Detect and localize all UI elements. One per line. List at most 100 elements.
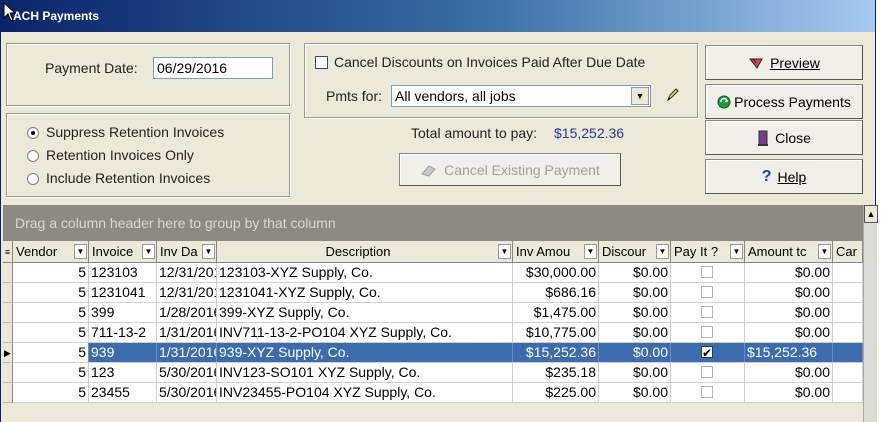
cell-inv-date: 5/30/2016	[159, 363, 217, 382]
vertical-scrollbar[interactable]: ▲	[863, 205, 878, 422]
radio-only[interactable]	[27, 150, 39, 162]
total-amount-value: $15,252.36	[554, 125, 625, 141]
column-filter-icon[interactable]: ▼	[656, 244, 669, 259]
close-label: Close	[775, 129, 811, 146]
cell-discount: $0.00	[599, 363, 671, 382]
pencil-icon[interactable]	[665, 87, 681, 103]
title-bar[interactable]: ACH Payments	[1, 0, 875, 32]
column-header-description[interactable]: Description ▼	[217, 241, 513, 263]
table-row[interactable]: 5 1231041 12/31/2015 1231041-XYZ Supply,…	[13, 283, 863, 303]
column-header-inv-amount[interactable]: Inv Amou ▼	[513, 241, 599, 263]
cell-description: 123103-XYZ Supply, Co.	[217, 263, 513, 282]
column-header-amount[interactable]: Amount tc ▼	[745, 241, 833, 263]
cell-vendor: 5	[13, 363, 89, 382]
payment-date-input[interactable]: 06/29/2016	[153, 57, 273, 79]
cell-vendor: 5	[13, 303, 89, 322]
cell-description: INV23455-PO104 XYZ Supply, Co.	[217, 383, 513, 402]
row-selector[interactable]	[3, 323, 13, 343]
column-label: Invoice	[92, 244, 134, 259]
group-by-area[interactable]: Drag a column header here to group by th…	[3, 205, 863, 241]
payment-date-label: Payment Date:	[45, 60, 138, 76]
radio-label-suppress: Suppress Retention Invoices	[46, 124, 225, 140]
row-selector[interactable]	[3, 303, 13, 323]
cancel-existing-payment-label: Cancel Existing Payment	[444, 161, 600, 178]
cell-inv-date: 1/31/2016	[159, 343, 217, 362]
pay-it-checkbox[interactable]	[701, 366, 713, 378]
column-header-discount[interactable]: Discour ▼	[599, 241, 671, 263]
eraser-icon	[421, 164, 436, 177]
cell-car	[833, 303, 863, 322]
cell-inv-amount: $235.18	[513, 363, 599, 382]
row-selector[interactable]	[3, 363, 13, 383]
cell-description: 399-XYZ Supply, Co.	[217, 303, 513, 322]
cell-inv-amount: $15,252.36	[513, 343, 599, 362]
cell-car	[833, 363, 863, 382]
row-selector[interactable]	[3, 263, 13, 283]
row-selector[interactable]	[3, 383, 13, 403]
column-filter-icon[interactable]: ▼	[202, 244, 215, 259]
table-row[interactable]: 5 711-13-2 1/31/2016 INV711-13-2-PO104 X…	[13, 323, 863, 343]
column-header-pay-it[interactable]: Pay It ? ▼	[671, 241, 745, 263]
preview-button[interactable]: Preview	[705, 45, 863, 80]
cell-invoice: 1231041	[89, 283, 157, 302]
mouse-cursor-icon	[3, 2, 17, 22]
table-row[interactable]: 5 123103 12/31/2015 123103-XYZ Supply, C…	[13, 263, 863, 283]
cell-pay-it	[671, 263, 745, 282]
window-title: ACH Payments	[13, 9, 100, 23]
cell-discount: $0.00	[599, 303, 671, 322]
pay-it-checkbox[interactable]	[701, 386, 713, 398]
column-filter-icon[interactable]: ▼	[730, 244, 743, 259]
pmts-for-select[interactable]: All vendors, all jobs ▼	[391, 85, 651, 107]
process-payments-button[interactable]: Process Payments	[705, 84, 863, 119]
pay-it-checkbox[interactable]	[701, 266, 713, 278]
cancel-discounts-label: Cancel Discounts on Invoices Paid After …	[334, 54, 646, 70]
row-selector-current[interactable]: ▶	[3, 343, 13, 363]
cell-amount: $0.00	[745, 263, 833, 282]
column-filter-icon[interactable]: ▼	[498, 244, 511, 259]
radio-label-include: Include Retention Invoices	[46, 170, 211, 186]
cell-car	[833, 263, 863, 282]
cell-inv-amount: $10,775.00	[513, 323, 599, 342]
column-filter-icon[interactable]: ▼	[584, 244, 597, 259]
preview-label: Preview	[770, 54, 820, 71]
radio-suppress[interactable]	[27, 127, 39, 139]
cell-invoice: 123103	[89, 263, 157, 282]
cancel-discounts-checkbox[interactable]	[315, 56, 328, 69]
pay-it-checkbox-checked[interactable]	[701, 344, 713, 362]
table-row[interactable]: 5 399 1/28/2016 399-XYZ Supply, Co. $1,4…	[13, 303, 863, 323]
radio-include[interactable]	[27, 173, 39, 185]
column-filter-icon[interactable]: ▼	[74, 244, 87, 259]
cell-inv-amount: $1,475.00	[513, 303, 599, 322]
scroll-up-icon[interactable]: ▲	[864, 205, 878, 223]
cancel-existing-payment-button[interactable]: Cancel Existing Payment	[399, 153, 621, 186]
pay-it-checkbox[interactable]	[701, 306, 713, 318]
ach-payments-window: ACH Payments Payment Date: 06/29/2016 Su…	[0, 0, 878, 422]
column-header-inv-date[interactable]: Inv Da ▼	[157, 241, 217, 263]
cell-inv-date: 12/31/2015	[157, 263, 217, 282]
cell-amount: $0.00	[745, 363, 833, 382]
table-row-selected[interactable]: 5 939 1/31/2016 939-XYZ Supply, Co. $15,…	[13, 343, 863, 363]
cell-car	[833, 323, 863, 342]
cell-vendor: 5	[13, 323, 89, 342]
cell-description: 1231041-XYZ Supply, Co.	[217, 283, 513, 302]
column-filter-icon[interactable]: ▼	[142, 244, 155, 259]
row-selector[interactable]	[3, 283, 13, 303]
help-button[interactable]: ? Help	[705, 159, 863, 194]
cell-vendor: 5	[13, 263, 89, 282]
table-row[interactable]: 5 23455 5/30/2016 INV23455-PO104 XYZ Sup…	[13, 383, 863, 403]
table-row[interactable]: 5 123 5/30/2016 INV123-SO101 XYZ Supply,…	[13, 363, 863, 383]
cell-car	[833, 283, 863, 302]
pay-it-checkbox[interactable]	[701, 326, 713, 338]
column-header-car[interactable]: Car	[833, 241, 863, 263]
column-filter-icon[interactable]: ▼	[818, 244, 831, 259]
refresh-icon	[717, 95, 731, 108]
column-header-vendor[interactable]: Vendor ▼	[13, 241, 89, 263]
close-button[interactable]: Close	[705, 120, 863, 155]
column-label: Description	[325, 244, 391, 259]
column-header-invoice[interactable]: Invoice ▼	[89, 241, 157, 263]
preview-icon	[749, 58, 763, 69]
chevron-down-icon[interactable]: ▼	[631, 87, 649, 105]
pay-it-checkbox[interactable]	[701, 286, 713, 298]
cell-amount: $0.00	[745, 383, 833, 402]
cell-inv-date: 12/31/2015	[157, 283, 217, 302]
